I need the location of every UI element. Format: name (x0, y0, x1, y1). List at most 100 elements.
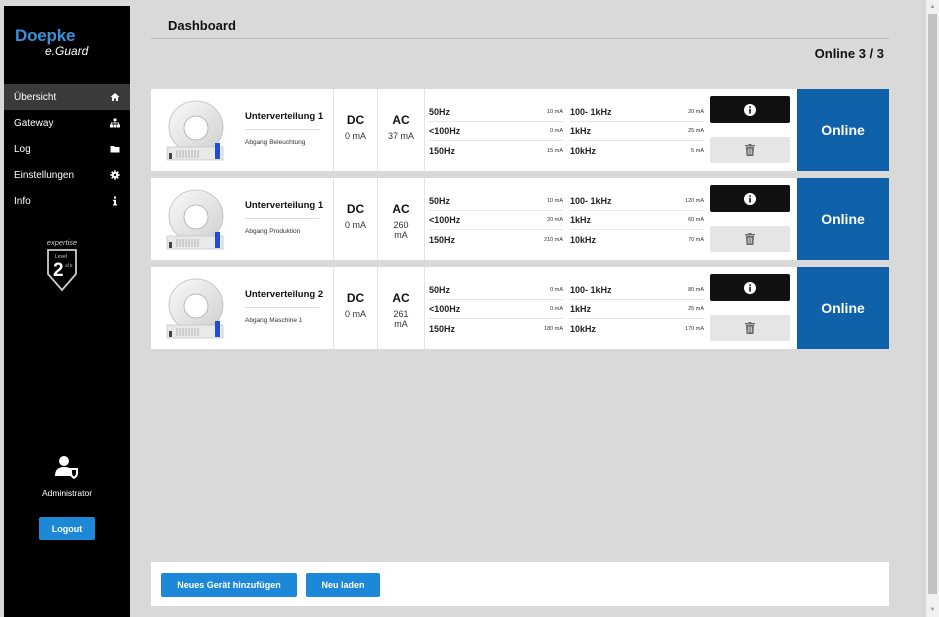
reload-button[interactable]: Neu laden (306, 573, 380, 597)
freq-row: 1kHz 25 mA (570, 300, 704, 319)
device-row: Unterverteilung 2 Abgang Maschine 1 DC 0… (151, 267, 889, 349)
dc-value: 0 mA (344, 220, 366, 230)
freq-row: 100- 1kHz 20 mA (570, 103, 704, 122)
freq-row: 150Hz 210 mA (429, 230, 563, 249)
device-status-button[interactable]: Online (797, 178, 889, 260)
ac-label: AC (392, 202, 410, 216)
freq-label: 1kHz (570, 126, 592, 136)
freq-value: 60 mA (688, 217, 704, 223)
device-status-button[interactable]: Online (797, 267, 889, 349)
freq-row: 10kHz 5 mA (570, 141, 704, 160)
freq-label: 1kHz (570, 304, 592, 314)
freq-label: <100Hz (429, 126, 461, 136)
device-divider (245, 218, 319, 219)
freq-row: 50Hz 10 mA (429, 103, 563, 122)
device-name: Unterverteilung 1 (245, 200, 324, 211)
freq-table-left: 50Hz 0 mA <100Hz 0 mA 150Hz 180 mA (429, 281, 563, 338)
device-info-button[interactable] (710, 274, 790, 301)
device-subtitle: Abgang Produktion (245, 228, 301, 235)
ac-value: 37 mA (387, 131, 414, 141)
sidebar-item-gateway[interactable]: Gateway (4, 110, 130, 136)
device-info-button[interactable] (710, 96, 790, 123)
freq-value: 210 mA (544, 236, 563, 243)
info-icon (744, 281, 756, 294)
dc-column: DC 0 mA (333, 178, 377, 260)
ac-column: AC 261 mA (377, 267, 425, 349)
info-icon (113, 196, 117, 206)
freq-value: 170 mA (685, 325, 704, 332)
sidebar-item-info[interactable]: Info (4, 188, 130, 214)
logout-button[interactable]: Logout (39, 517, 95, 540)
dc-label: DC (346, 202, 365, 216)
freq-value: 25 mA (688, 128, 704, 134)
freq-value: 20 mA (688, 109, 704, 115)
freq-value: 180 mA (544, 325, 563, 332)
sensor-image (166, 189, 224, 250)
user-block: Administrator (4, 454, 130, 498)
device-divider (245, 307, 319, 308)
device-delete-button[interactable] (710, 137, 790, 163)
freq-value: 120 mA (685, 198, 704, 204)
sidebar-item-log[interactable]: Log (4, 136, 130, 162)
product-name: e.Guard (45, 44, 89, 58)
freq-label: 50Hz (429, 196, 451, 206)
freq-label: 100- 1kHz (570, 285, 612, 295)
freq-value: 80 mA (688, 287, 704, 293)
freq-row: <100Hz 0 mA (429, 300, 563, 319)
add-device-button[interactable]: Neues Gerät hinzufügen (161, 573, 297, 597)
freq-label: 150Hz (429, 323, 456, 334)
level-number: 2 (53, 260, 64, 281)
scroll-up-arrow-icon[interactable]: ▲ (926, 1, 939, 13)
freq-label: 10kHz (570, 323, 597, 334)
device-delete-button[interactable] (710, 315, 790, 341)
ac-column: AC 260 mA (377, 178, 425, 260)
freq-row: 50Hz 10 mA (429, 192, 563, 211)
scroll-thumb[interactable] (928, 14, 937, 594)
expertise-label: expertise (46, 238, 78, 247)
device-delete-button[interactable] (710, 226, 790, 252)
device-divider (245, 129, 319, 130)
freq-row: 100- 1kHz 120 mA (570, 192, 704, 211)
sidebar-item-uebersicht[interactable]: Übersicht (4, 84, 130, 110)
sensor-image (166, 100, 224, 161)
device-status-button[interactable]: Online (797, 89, 889, 171)
freq-row: 1kHz 60 mA (570, 211, 704, 230)
freq-label: <100Hz (429, 304, 461, 314)
freq-table-left: 50Hz 10 mA <100Hz 20 mA 150Hz 210 mA (429, 192, 563, 249)
ac-column: AC 37 mA (377, 89, 425, 171)
sidebar-item-einstellungen[interactable]: Einstellungen (4, 162, 130, 188)
freq-value: 25 mA (688, 306, 704, 312)
admin-user-icon (55, 456, 78, 479)
scrollbar[interactable]: ▲ ▼ (926, 0, 939, 617)
freq-table-right: 100- 1kHz 20 mA 1kHz 25 mA 10kHz 5 mA (570, 103, 704, 160)
home-icon (110, 93, 120, 101)
freq-value: 0 mA (550, 128, 563, 134)
freq-label: 10kHz (570, 145, 597, 156)
device-name: Unterverteilung 2 (245, 289, 324, 300)
shield-icon: Level 2 of 5 (47, 249, 77, 292)
device-name: Unterverteilung 1 (245, 111, 324, 122)
device-subtitle: Abgang Maschine 1 (245, 317, 303, 324)
footer-bar: Neues Gerät hinzufügen Neu laden (151, 562, 889, 606)
sidebar-item-label: Übersicht (14, 91, 57, 103)
freq-row: 150Hz 180 mA (429, 319, 563, 338)
gear-icon (110, 170, 120, 180)
device-info-button[interactable] (710, 185, 790, 212)
device-row: Unterverteilung 1 Abgang Produktion DC 0… (151, 178, 889, 260)
freq-label: 50Hz (429, 285, 451, 295)
page-title: Dashboard (168, 18, 236, 33)
level-of: of 5 (65, 263, 73, 268)
scroll-down-arrow-icon[interactable]: ▼ (926, 604, 939, 616)
online-count: Online 3 / 3 (814, 46, 884, 61)
freq-value: 5 mA (691, 147, 704, 154)
brand-name: Doepke (15, 26, 76, 45)
logo: Doepke e.Guard (15, 26, 88, 58)
network-icon (110, 118, 120, 128)
dc-label: DC (346, 291, 365, 305)
freq-table-left: 50Hz 10 mA <100Hz 0 mA 150Hz 15 mA (429, 103, 563, 160)
freq-row: 150Hz 15 mA (429, 141, 563, 160)
dc-column: DC 0 mA (333, 89, 377, 171)
trash-icon (745, 144, 755, 156)
ac-value: 261 mA (393, 309, 409, 329)
sensor-image (166, 278, 224, 339)
